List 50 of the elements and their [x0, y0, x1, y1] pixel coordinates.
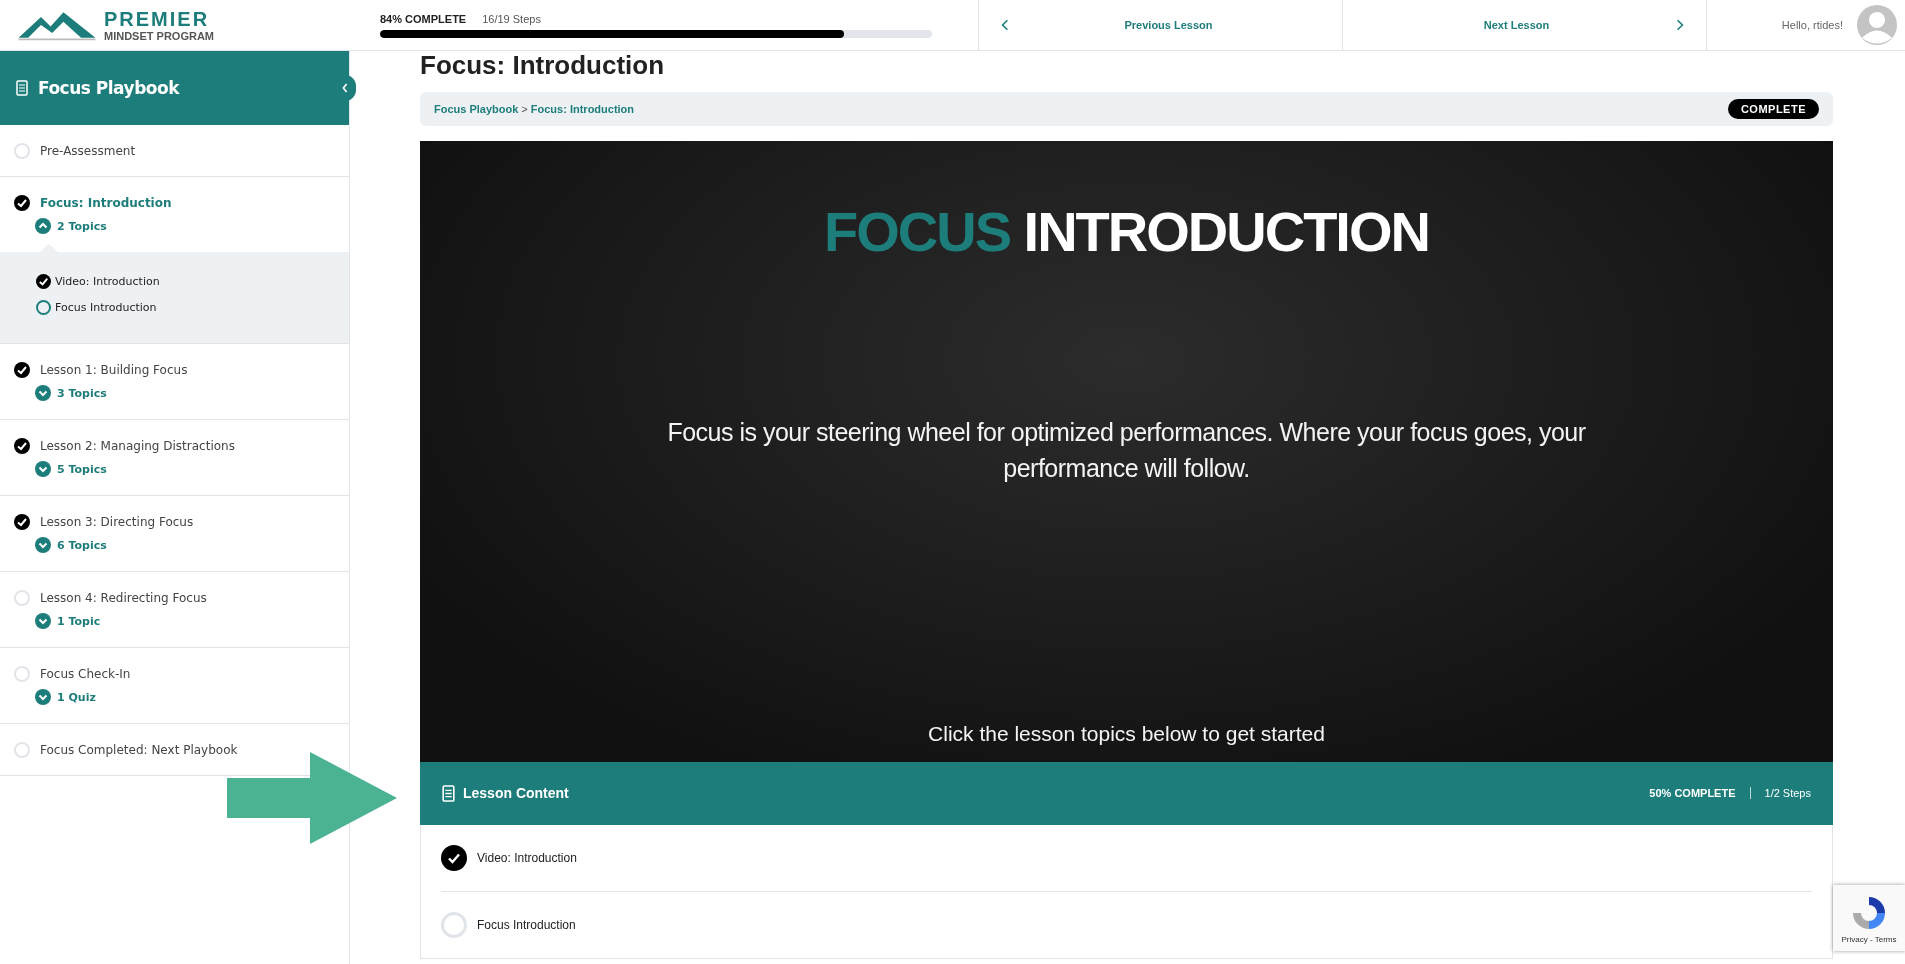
lesson-content-percent: 50% COMPLETE: [1649, 787, 1736, 800]
chevron-up-icon: [35, 218, 51, 234]
logo-subtitle: MINDSET PROGRAM: [104, 30, 214, 42]
topic-link[interactable]: Video: Introduction: [477, 850, 577, 865]
user-greeting: Hello, rtides!: [1781, 19, 1843, 31]
chevron-down-icon: [35, 613, 51, 629]
chevron-down-icon: [35, 537, 51, 553]
previous-lesson-link[interactable]: Previous Lesson: [978, 0, 1342, 50]
lesson-link[interactable]: Lesson 2: Managing Distractions: [40, 439, 235, 453]
topics-toggle[interactable]: 2 Topics: [35, 218, 107, 234]
lesson-link[interactable]: Pre-Assessment: [40, 144, 136, 158]
sidebar-title: Focus Playbook: [38, 78, 179, 98]
next-lesson-link[interactable]: Next Lesson: [1342, 0, 1706, 50]
lesson-link[interactable]: Focus Completed: Next Playbook: [40, 743, 238, 757]
progress-steps: 16/19 Steps: [482, 13, 541, 25]
mountain-logo-icon: [16, 9, 98, 41]
topic-link[interactable]: Focus Introduction: [477, 917, 576, 932]
lesson-content-steps: 1/2 Steps: [1764, 787, 1811, 800]
lesson-link[interactable]: Lesson 1: Building Focus: [40, 363, 188, 377]
breadcrumb-link[interactable]: Focus Playbook: [434, 102, 519, 115]
chevron-down-icon: [35, 461, 51, 477]
lesson-content-title: Lesson Content: [463, 785, 569, 802]
topics-toggle[interactable]: 6 Topics: [35, 537, 107, 553]
recaptcha-links[interactable]: Privacy - Terms: [1841, 934, 1897, 944]
lesson-link[interactable]: Focus: Introduction: [40, 196, 172, 210]
chevron-down-icon: [35, 385, 51, 401]
status-badge: COMPLETE: [1727, 98, 1819, 119]
topics-toggle[interactable]: 5 Topics: [35, 461, 107, 477]
chevron-left-icon: [341, 82, 349, 94]
lesson-link[interactable]: Lesson 4: Redirecting Focus: [40, 591, 207, 605]
breadcrumb-link[interactable]: Focus: Introduction: [530, 102, 635, 115]
banner-text: Focus is your steering wheel for optimized performances. Where your focus goes, your performance will follow.: [666, 416, 1587, 484]
logo-title: PREMIER: [104, 8, 211, 29]
lesson-link[interactable]: Focus Check-In: [40, 667, 131, 681]
topics-toggle[interactable]: 1 Topic: [35, 613, 101, 629]
document-icon: [16, 80, 28, 96]
banner-heading: FOCUS INTRODUCTION: [824, 198, 1429, 264]
topics-toggle[interactable]: 3 Topics: [35, 385, 107, 401]
lesson-title: Focus: Introduction: [420, 51, 666, 82]
chevron-down-icon: [35, 689, 51, 705]
chevron-right-icon: [1676, 19, 1684, 31]
lesson-link[interactable]: Lesson 3: Directing Focus: [40, 515, 194, 529]
topic-link[interactable]: Focus Introduction: [55, 301, 157, 314]
breadcrumb-separator: >: [521, 102, 528, 115]
topic-link[interactable]: Video: Introduction: [55, 275, 160, 288]
topics-toggle[interactable]: 1 Quiz: [35, 689, 96, 705]
chevron-left-icon: [1001, 19, 1009, 31]
progress-percent: 84% COMPLETE: [380, 13, 467, 25]
banner-prompt: Click the lesson topics below to get started: [928, 721, 1325, 746]
document-icon: [442, 784, 455, 802]
